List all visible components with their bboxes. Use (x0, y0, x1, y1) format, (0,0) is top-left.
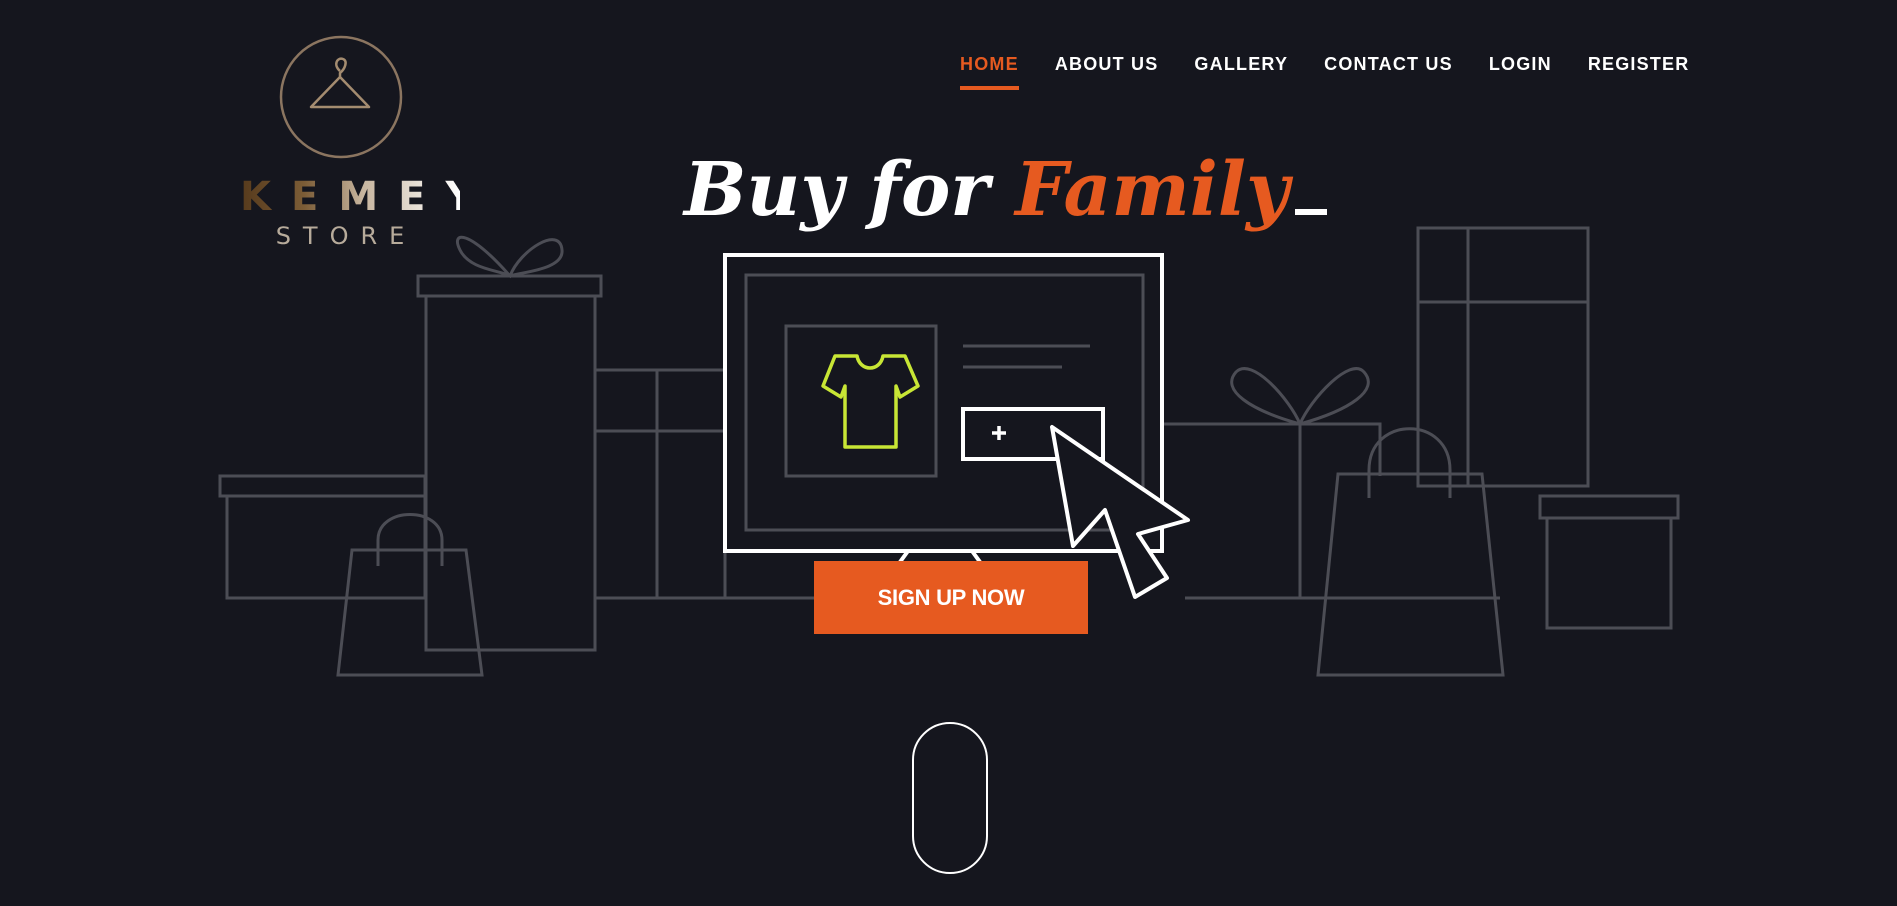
nav-login[interactable]: LOGIN (1489, 52, 1552, 90)
box-left (225, 494, 427, 600)
box-lid-left (218, 474, 427, 498)
scroll-mouse-icon[interactable] (912, 722, 988, 874)
brand-subtitle: STORE (275, 222, 417, 250)
hero-headline: Buy for Family (684, 142, 1328, 238)
nav-home[interactable]: HOME (960, 52, 1019, 90)
nav-gallery[interactable]: GALLERY (1194, 52, 1288, 90)
nav-about-us[interactable]: ABOUT US (1055, 52, 1159, 90)
page: KEMEY STORE HOME ABOUT US GALLERY CONTAC… (0, 0, 1897, 906)
typing-cursor (1295, 209, 1328, 215)
headline-accent: Family (1015, 147, 1290, 233)
hanger-icon (309, 57, 371, 109)
sign-up-button[interactable]: SIGN UP NOW (814, 561, 1088, 634)
nav-contact-us[interactable]: CONTACT US (1324, 52, 1453, 90)
nav-register[interactable]: REGISTER (1588, 52, 1690, 90)
brand-name: KEMEY (220, 174, 474, 220)
main-nav: HOME ABOUT US GALLERY CONTACT US LOGIN R… (960, 52, 1689, 90)
brand-logo[interactable]: KEMEY STORE (220, 34, 474, 254)
headline-prefix: Buy for (684, 147, 990, 233)
tshirt-icon (821, 354, 920, 449)
